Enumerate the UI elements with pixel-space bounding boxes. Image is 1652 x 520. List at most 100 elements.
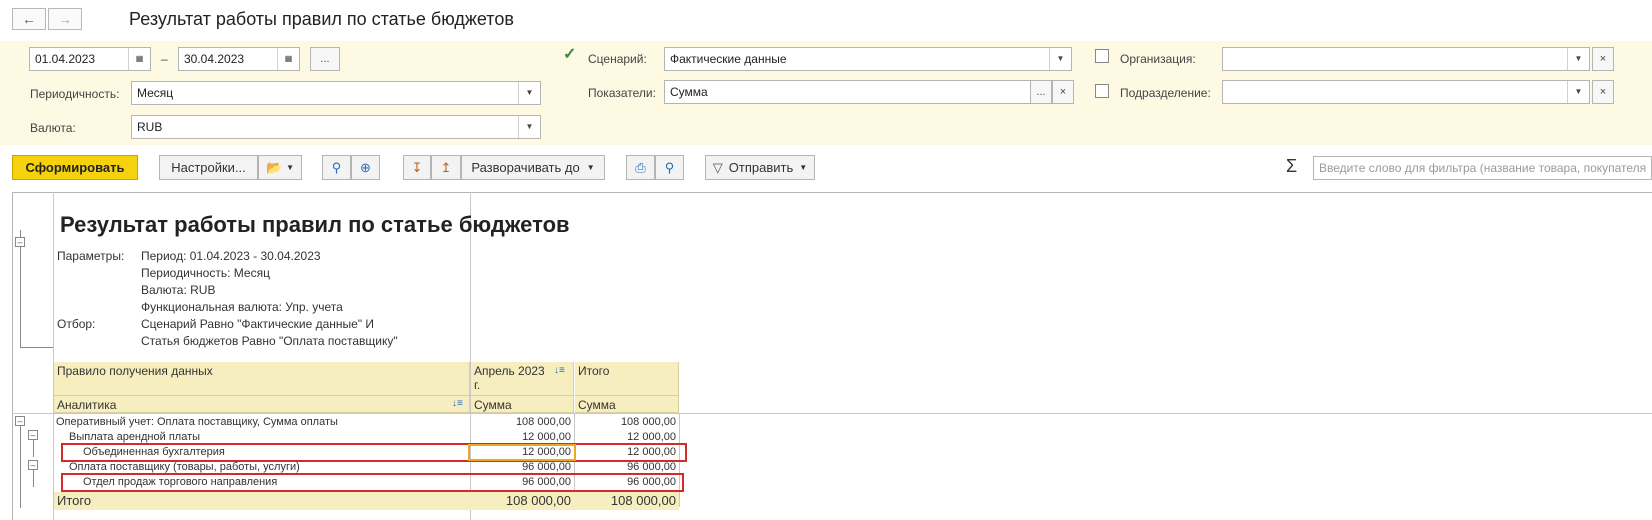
total-cell: 108 000,00 xyxy=(610,493,676,508)
chevron-down-icon[interactable]: ▼ xyxy=(518,82,540,104)
header-analytics: Аналитика xyxy=(57,398,117,412)
organization-label: Организация: xyxy=(1120,52,1196,66)
sort-icon[interactable]: ↓≡ xyxy=(452,398,463,409)
highlight-box xyxy=(61,443,687,462)
sort-desc-icon: ↧ xyxy=(411,159,423,175)
settings-button[interactable]: Настройки... xyxy=(159,155,258,180)
expand-groups-button[interactable]: ↥ xyxy=(431,155,461,180)
indicators-select-button[interactable]: ... xyxy=(1030,80,1052,104)
page-title: Результат работы правил по статье бюджет… xyxy=(129,9,514,29)
printer-icon: ⎙ xyxy=(635,159,646,175)
periodicity-select[interactable]: Месяц ▼ xyxy=(131,81,541,105)
chevron-down-icon[interactable]: ▼ xyxy=(1567,48,1589,70)
chevron-down-icon: ▼ xyxy=(286,163,295,172)
group-bracket xyxy=(20,230,21,348)
department-select[interactable]: ▼ xyxy=(1222,80,1590,104)
header-divider xyxy=(471,395,574,396)
chevron-down-icon[interactable]: ▼ xyxy=(1567,81,1589,103)
gutter-line xyxy=(53,192,54,520)
back-button[interactable]: ← xyxy=(12,8,46,30)
param-line: Период: 01.04.2023 - 30.04.2023 xyxy=(141,249,321,263)
filter-label: Отбор: xyxy=(57,317,96,331)
organization-clear-button[interactable]: × xyxy=(1592,47,1614,71)
scenario-select[interactable]: Фактические данные ▼ xyxy=(664,47,1072,71)
calendar-icon[interactable]: ▦ xyxy=(128,48,150,70)
generate-button[interactable]: Сформировать xyxy=(12,155,138,180)
table-cell: 12 000,00 xyxy=(627,431,676,443)
forward-button[interactable]: → xyxy=(48,8,82,30)
search-cancel-icon: ⊕ xyxy=(360,159,371,175)
chevron-down-icon: ▼ xyxy=(586,163,595,172)
cancel-search-button[interactable]: ⊕ xyxy=(351,155,380,180)
date-to-input[interactable]: 30.04.2023 ▦ xyxy=(178,47,300,71)
department-label: Подразделение: xyxy=(1120,86,1211,100)
table-cell: 108 000,00 xyxy=(515,416,571,428)
search-icon: ⚲ xyxy=(331,159,342,175)
filter-line: Сценарий Равно "Фактические данные" И xyxy=(141,317,375,331)
table-cell: 96 000,00 xyxy=(627,461,676,473)
param-line: Периодичность: Месяц xyxy=(141,266,270,280)
tree-line xyxy=(33,470,34,487)
sort-asc-icon: ↥ xyxy=(440,159,452,175)
calendar-icon[interactable]: ▦ xyxy=(277,48,299,70)
variants-button[interactable]: 📂 ▼ xyxy=(258,155,302,180)
search-input[interactable]: Введите слово для фильтра (название това… xyxy=(1313,156,1652,180)
period-select-button[interactable]: ... xyxy=(310,47,340,71)
indicators-clear-button[interactable]: × xyxy=(1052,80,1074,104)
table-row-label: Оплата поставщику (товары, работы, услуг… xyxy=(69,461,300,473)
param-line: Валюта: RUB xyxy=(141,283,216,297)
arrow-right-icon: → xyxy=(58,11,72,27)
department-clear-button[interactable]: × xyxy=(1592,80,1614,104)
table-row-label: Выплата арендной платы xyxy=(69,431,201,443)
department-checkbox[interactable] xyxy=(1095,84,1109,98)
chevron-down-icon[interactable]: ▼ xyxy=(1049,48,1071,70)
currency-label: Валюта: xyxy=(30,121,76,135)
group-bracket-end xyxy=(20,347,53,348)
send-icon: ▽ xyxy=(712,159,723,175)
collapse-icon[interactable]: – xyxy=(28,430,38,440)
scenario-checkbox[interactable]: ✓ xyxy=(563,47,577,63)
params-label: Параметры: xyxy=(57,249,125,263)
header-divider xyxy=(575,395,679,396)
organization-checkbox[interactable] xyxy=(1095,49,1109,63)
tree-line xyxy=(33,440,34,457)
sigma-icon[interactable]: Σ xyxy=(1286,156,1297,177)
indicators-input[interactable]: Сумма xyxy=(664,80,1074,104)
chevron-down-icon: ▼ xyxy=(799,163,808,172)
indicators-label: Показатели: xyxy=(588,86,656,100)
filter-line: Статья бюджетов Равно "Оплата поставщику… xyxy=(141,334,398,348)
currency-select[interactable]: RUB ▼ xyxy=(131,115,541,139)
table-cell: 108 000,00 xyxy=(620,416,676,428)
collapse-icon[interactable]: – xyxy=(28,460,38,470)
date-from-input[interactable]: 01.04.2023 ▦ xyxy=(29,47,151,71)
preview-button[interactable]: ⚲ xyxy=(655,155,684,180)
table-top-line xyxy=(12,413,1652,414)
expand-to-button[interactable]: Разворачивать до ▼ xyxy=(461,155,605,180)
periodicity-label: Периодичность: xyxy=(30,87,120,101)
preview-icon: ⚲ xyxy=(664,159,675,175)
header-sum: Сумма xyxy=(578,398,616,412)
param-line: Функциональная валюта: Упр. учета xyxy=(141,300,343,314)
collapse-icon[interactable]: – xyxy=(15,237,25,247)
find-button[interactable]: ⚲ xyxy=(322,155,351,180)
report-title: Результат работы правил по статье бюджет… xyxy=(60,212,570,237)
arrow-left-icon: ← xyxy=(22,11,36,27)
table-row-label: Оперативный учет: Оплата поставщику, Сум… xyxy=(56,416,338,428)
highlight-box xyxy=(61,473,684,492)
print-button[interactable]: ⎙ xyxy=(626,155,655,180)
organization-select[interactable]: ▼ xyxy=(1222,47,1590,71)
sort-icon[interactable]: ↓≡ xyxy=(554,365,565,376)
tree-line xyxy=(20,426,21,508)
collapse-icon[interactable]: – xyxy=(15,416,25,426)
table-cell: 96 000,00 xyxy=(522,461,571,473)
total-label: Итого xyxy=(57,493,92,508)
header-divider xyxy=(54,395,470,396)
folder-icon: 📂 xyxy=(265,159,283,175)
scenario-label: Сценарий: xyxy=(588,52,647,66)
table-cell: 12 000,00 xyxy=(522,431,571,443)
collapse-groups-button[interactable]: ↧ xyxy=(403,155,431,180)
chevron-down-icon[interactable]: ▼ xyxy=(518,116,540,138)
highlight-box xyxy=(468,444,576,461)
date-separator: – xyxy=(161,52,168,66)
send-button[interactable]: ▽ Отправить ▼ xyxy=(705,155,815,180)
